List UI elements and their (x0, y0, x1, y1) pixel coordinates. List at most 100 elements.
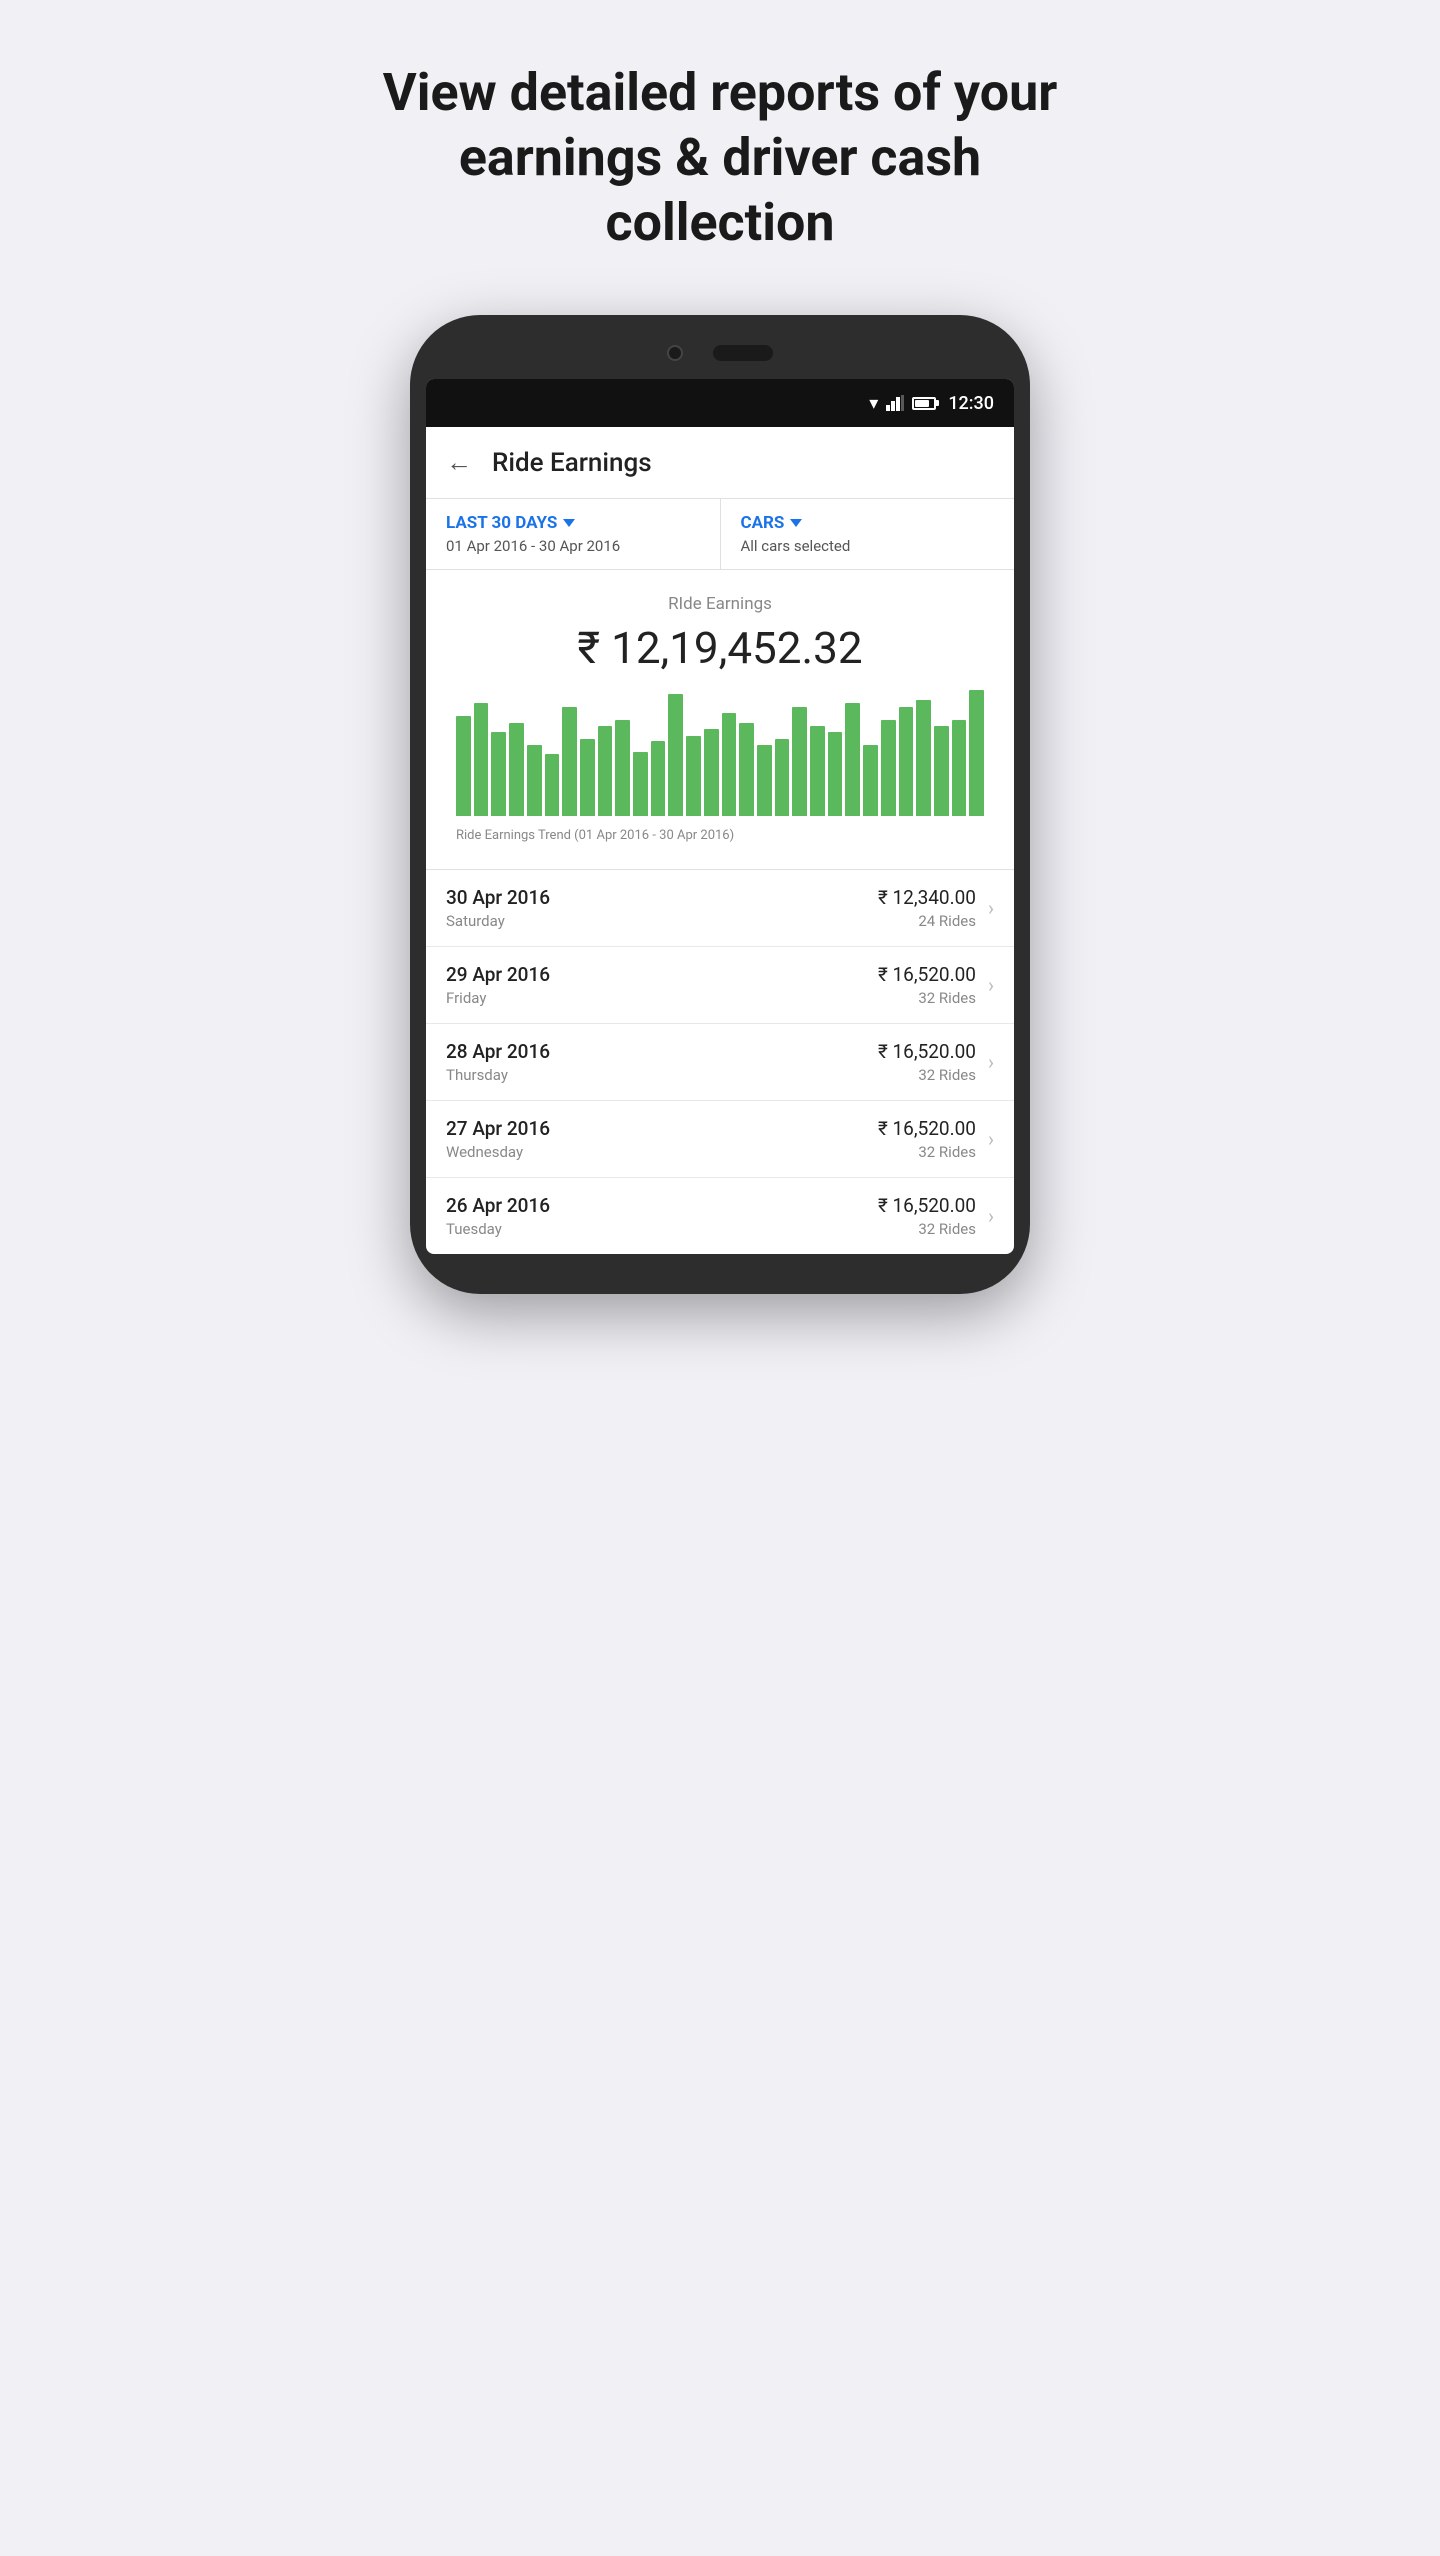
chart-bar (633, 752, 648, 816)
row-chevron-icon: › (988, 1050, 994, 1074)
row-chevron-icon: › (988, 896, 994, 920)
earnings-amount: ₹ 12,19,452.32 (446, 622, 994, 674)
chart-bar (969, 690, 984, 816)
chart-bar (952, 720, 967, 816)
earnings-section: RIde Earnings ₹ 12,19,452.32 Ride Earnin… (426, 570, 1014, 870)
row-left: 28 Apr 2016 Thursday (446, 1040, 878, 1084)
filter-row: LAST 30 DAYS 01 Apr 2016 - 30 Apr 2016 C… (426, 499, 1014, 570)
row-date: 29 Apr 2016 (446, 963, 878, 986)
row-amount: ₹ 16,520.00 (878, 1194, 976, 1217)
phone-top (426, 345, 1014, 361)
signal-icon (886, 395, 904, 411)
earnings-list: 30 Apr 2016 Saturday ₹ 12,340.00 24 Ride… (426, 870, 1014, 1254)
chart-bar (686, 736, 701, 816)
row-day: Wednesday (446, 1143, 878, 1161)
chart-bar (828, 732, 843, 816)
cars-dropdown-arrow (790, 519, 802, 527)
app-title: Ride Earnings (492, 448, 652, 478)
chart-bar (845, 703, 860, 816)
row-rides: 32 Rides (878, 1143, 976, 1161)
row-chevron-icon: › (988, 973, 994, 997)
row-date: 26 Apr 2016 (446, 1194, 878, 1217)
chart-bar (615, 720, 630, 816)
list-row[interactable]: 30 Apr 2016 Saturday ₹ 12,340.00 24 Ride… (426, 870, 1014, 947)
list-row[interactable]: 26 Apr 2016 Tuesday ₹ 16,520.00 32 Rides… (426, 1178, 1014, 1254)
row-date: 28 Apr 2016 (446, 1040, 878, 1063)
cars-filter[interactable]: CARS All cars selected (721, 499, 1015, 569)
chart-bar (775, 739, 790, 816)
chart-bar (598, 726, 613, 816)
app-bar: ← Ride Earnings (426, 427, 1014, 499)
chart-bar (668, 694, 683, 816)
row-amount: ₹ 16,520.00 (878, 1117, 976, 1140)
row-day: Saturday (446, 912, 878, 930)
row-rides: 32 Rides (878, 1220, 976, 1238)
chart-bar (881, 720, 896, 816)
list-row[interactable]: 29 Apr 2016 Friday ₹ 16,520.00 32 Rides … (426, 947, 1014, 1024)
wifi-icon: ▾ (869, 393, 878, 414)
chart-bar (722, 713, 737, 816)
chart-bar (810, 726, 825, 816)
status-icons: ▾ 12:30 (869, 393, 994, 414)
row-day: Tuesday (446, 1220, 878, 1238)
phone-speaker (713, 345, 773, 361)
chart-bar (704, 729, 719, 816)
row-amount: ₹ 12,340.00 (878, 886, 976, 909)
chart-bar (456, 716, 471, 816)
status-bar: ▾ 12:30 (426, 379, 1014, 427)
chart-bar (562, 707, 577, 816)
chart-bar (934, 726, 949, 816)
chart-bar (739, 723, 754, 816)
chart-bar (757, 745, 772, 816)
row-rides: 32 Rides (878, 989, 976, 1007)
chart-bar (527, 745, 542, 816)
bar-chart (446, 690, 994, 820)
period-filter[interactable]: LAST 30 DAYS 01 Apr 2016 - 30 Apr 2016 (426, 499, 721, 569)
cars-filter-sublabel: All cars selected (741, 537, 995, 555)
row-amount: ₹ 16,520.00 (878, 1040, 976, 1063)
period-filter-label: LAST 30 DAYS (446, 513, 700, 533)
period-filter-sublabel: 01 Apr 2016 - 30 Apr 2016 (446, 537, 700, 555)
row-amount: ₹ 16,520.00 (878, 963, 976, 986)
status-time: 12:30 (948, 393, 994, 414)
chart-bar (651, 741, 666, 816)
chart-bar (899, 707, 914, 816)
chart-bar (580, 739, 595, 816)
list-row[interactable]: 27 Apr 2016 Wednesday ₹ 16,520.00 32 Rid… (426, 1101, 1014, 1178)
period-dropdown-arrow (563, 519, 575, 527)
page-headline: View detailed reports of your earnings &… (370, 60, 1070, 255)
chart-bar (474, 703, 489, 816)
row-rides: 32 Rides (878, 1066, 976, 1084)
back-button[interactable]: ← (446, 447, 472, 478)
earnings-label: RIde Earnings (446, 594, 994, 614)
row-date: 30 Apr 2016 (446, 886, 878, 909)
row-left: 30 Apr 2016 Saturday (446, 886, 878, 930)
row-right: ₹ 16,520.00 32 Rides (878, 1194, 976, 1238)
row-left: 26 Apr 2016 Tuesday (446, 1194, 878, 1238)
row-chevron-icon: › (988, 1204, 994, 1228)
row-rides: 24 Rides (878, 912, 976, 930)
row-right: ₹ 16,520.00 32 Rides (878, 1040, 976, 1084)
row-date: 27 Apr 2016 (446, 1117, 878, 1140)
chart-bar (491, 732, 506, 816)
row-chevron-icon: › (988, 1127, 994, 1151)
row-left: 29 Apr 2016 Friday (446, 963, 878, 1007)
phone-mockup: ▾ 12:30 ← Ride Earnings (410, 315, 1030, 1294)
row-day: Friday (446, 989, 878, 1007)
list-row[interactable]: 28 Apr 2016 Thursday ₹ 16,520.00 32 Ride… (426, 1024, 1014, 1101)
phone-camera (667, 345, 683, 361)
chart-trend-label: Ride Earnings Trend (01 Apr 2016 - 30 Ap… (446, 820, 994, 859)
row-left: 27 Apr 2016 Wednesday (446, 1117, 878, 1161)
chart-bar (792, 707, 807, 816)
chart-bar (916, 700, 931, 816)
row-right: ₹ 16,520.00 32 Rides (878, 963, 976, 1007)
row-right: ₹ 16,520.00 32 Rides (878, 1117, 976, 1161)
row-day: Thursday (446, 1066, 878, 1084)
chart-bar (863, 745, 878, 816)
chart-bar (509, 723, 524, 816)
phone-screen: ▾ 12:30 ← Ride Earnings (426, 379, 1014, 1254)
cars-filter-label: CARS (741, 513, 995, 533)
battery-icon (912, 397, 936, 410)
row-right: ₹ 12,340.00 24 Rides (878, 886, 976, 930)
chart-bar (545, 754, 560, 816)
